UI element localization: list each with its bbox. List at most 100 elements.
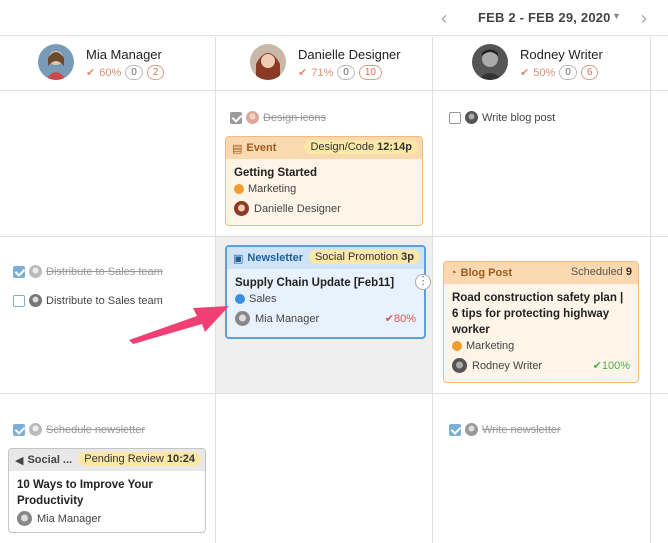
task-design-icons[interactable]: Design icons: [230, 111, 326, 124]
count-badge: 6: [580, 65, 599, 80]
task-label: Write blog post: [482, 111, 556, 124]
person-header-danielle[interactable]: Danielle Designer ✔ 71% 0 10: [250, 44, 430, 84]
avatar: [465, 423, 478, 436]
chevron-right-icon[interactable]: ›: [640, 6, 648, 30]
card-owner: Mia Manager ✔80%: [235, 311, 416, 326]
card-body: Getting Started Marketing Danielle Desig…: [226, 159, 422, 222]
task-checkbox[interactable]: [13, 294, 25, 307]
blog-post-card[interactable]: ◔ Blog Post Scheduled 9 Road constructio…: [443, 261, 639, 383]
card-type-label: Newsletter: [247, 252, 304, 264]
card-type: ◔ Blog Post: [450, 267, 512, 279]
card-owner: Mia Manager: [17, 511, 197, 526]
owner-name: Mia Manager: [37, 512, 102, 525]
avatar: [472, 44, 508, 80]
tag-dot: [452, 341, 462, 351]
avatar: [29, 294, 42, 307]
status-count: 9: [625, 266, 632, 278]
owner-name: Danielle Designer: [254, 202, 341, 215]
card-badge: Pending Review 10:24: [78, 452, 201, 466]
person-header-mia[interactable]: Mia Manager ✔ 60% 0 2: [38, 44, 208, 84]
card-tag: Sales: [235, 293, 416, 305]
task-checkbox[interactable]: [449, 111, 461, 124]
task-checkbox[interactable]: [230, 111, 242, 124]
megaphone-icon: ◀: [15, 454, 24, 467]
task-checkbox[interactable]: [13, 423, 25, 436]
rss-icon: ◔: [450, 267, 457, 279]
person-header-rodney[interactable]: Rodney Writer ✔ 50% 0 6: [472, 44, 652, 84]
card-body: Supply Chain Update [Feb11] Sales Mia Ma…: [227, 269, 424, 332]
avatar: [234, 201, 249, 216]
chevron-left-icon[interactable]: ‹: [440, 6, 448, 30]
pointer-arrow-icon: [129, 306, 229, 344]
card-body: 10 Ways to Improve Your Productivity Mia…: [9, 471, 205, 532]
card-header: ◔ Blog Post Scheduled 9: [444, 262, 638, 284]
more-options-icon[interactable]: ⋮: [415, 274, 431, 290]
event-card[interactable]: ▤ Event Design/Code 12:14p Getting Start…: [225, 136, 423, 226]
person-stats: ✔ 50% 0 6: [520, 65, 599, 80]
social-card[interactable]: ◀ Social ... Pending Review 10:24 10 Way…: [8, 448, 206, 533]
task-label: Write newsletter: [482, 423, 561, 436]
task-distribute-done[interactable]: Distribute to Sales team: [13, 265, 163, 278]
task-label: Design icons: [263, 111, 326, 124]
check-icon: ✔: [298, 67, 308, 79]
count-badge: 0: [337, 65, 355, 80]
avatar: [17, 511, 32, 526]
count-badge: 10: [358, 65, 382, 80]
task-write-blog-post[interactable]: Write blog post: [449, 111, 555, 124]
tag-dot: [235, 294, 245, 304]
badge-label: Pending Review: [84, 453, 164, 465]
task-checkbox[interactable]: [449, 423, 461, 436]
caret-down-icon[interactable]: ▼: [612, 11, 621, 21]
avatar: [235, 311, 250, 326]
divider: [215, 37, 216, 543]
person-name: Danielle Designer: [298, 47, 401, 62]
task-write-newsletter[interactable]: Write newsletter: [449, 423, 561, 436]
card-title: 10 Ways to Improve Your Productivity: [17, 479, 153, 507]
completion-percent: ✔80%: [384, 313, 416, 325]
card-title: Getting Started: [234, 167, 318, 179]
card-owner: Danielle Designer: [234, 201, 414, 216]
task-label: Distribute to Sales team: [46, 265, 163, 278]
percent-value: 100%: [601, 360, 630, 372]
date-range-label[interactable]: FEB 2 - FEB 29, 2020: [478, 10, 611, 25]
card-badge: Social Promotion 3p: [308, 250, 420, 264]
divider: [650, 37, 651, 543]
card-header: ▤ Event Design/Code 12:14p: [226, 137, 422, 159]
completion-percent: 60%: [99, 66, 122, 79]
avatar: [29, 423, 42, 436]
completion-percent: ✔100%: [592, 360, 630, 372]
card-tag: Marketing: [452, 340, 630, 352]
calendar-icon: ▤: [232, 142, 243, 155]
divider: [0, 236, 668, 237]
card-header: ◀ Social ... Pending Review 10:24: [9, 449, 205, 471]
person-name: Rodney Writer: [520, 47, 603, 62]
scheduled-status: Scheduled 9: [571, 266, 632, 278]
completion-percent: 71%: [311, 66, 334, 79]
card-owner: Rodney Writer ✔100%: [452, 358, 630, 373]
top-bar: ‹ FEB 2 - FEB 29, 2020 ▼ ›: [0, 0, 668, 36]
card-type-label: Blog Post: [460, 267, 512, 279]
owner-name: Rodney Writer: [472, 359, 543, 372]
tag-label: Marketing: [466, 340, 515, 352]
card-type-label: Event: [246, 142, 277, 154]
card-title: Road construction safety plan | 6 tips f…: [452, 292, 624, 336]
tag-label: Marketing: [248, 183, 297, 195]
divider: [0, 393, 668, 394]
avatar: [452, 358, 467, 373]
person-stats: ✔ 71% 0 10: [298, 65, 382, 80]
person-name: Mia Manager: [86, 47, 162, 62]
card-title: Supply Chain Update [Feb11]: [235, 277, 395, 289]
card-tag: Marketing: [234, 183, 414, 195]
card-badge: Design/Code 12:14p: [304, 140, 418, 154]
avatar: [465, 111, 478, 124]
check-icon: ✔: [86, 67, 96, 79]
tag-label: Sales: [249, 293, 277, 305]
owner-name: Mia Manager: [255, 312, 320, 325]
task-schedule-newsletter[interactable]: Schedule newsletter: [13, 423, 145, 436]
avatar: [38, 44, 74, 80]
newsletter-card[interactable]: ▣ Newsletter Social Promotion 3p Supply …: [225, 245, 426, 339]
card-type: ▣ Newsletter: [233, 252, 303, 265]
status-label: Scheduled: [570, 266, 623, 278]
task-checkbox[interactable]: [13, 265, 25, 278]
badge-time: 10:24: [166, 453, 195, 465]
